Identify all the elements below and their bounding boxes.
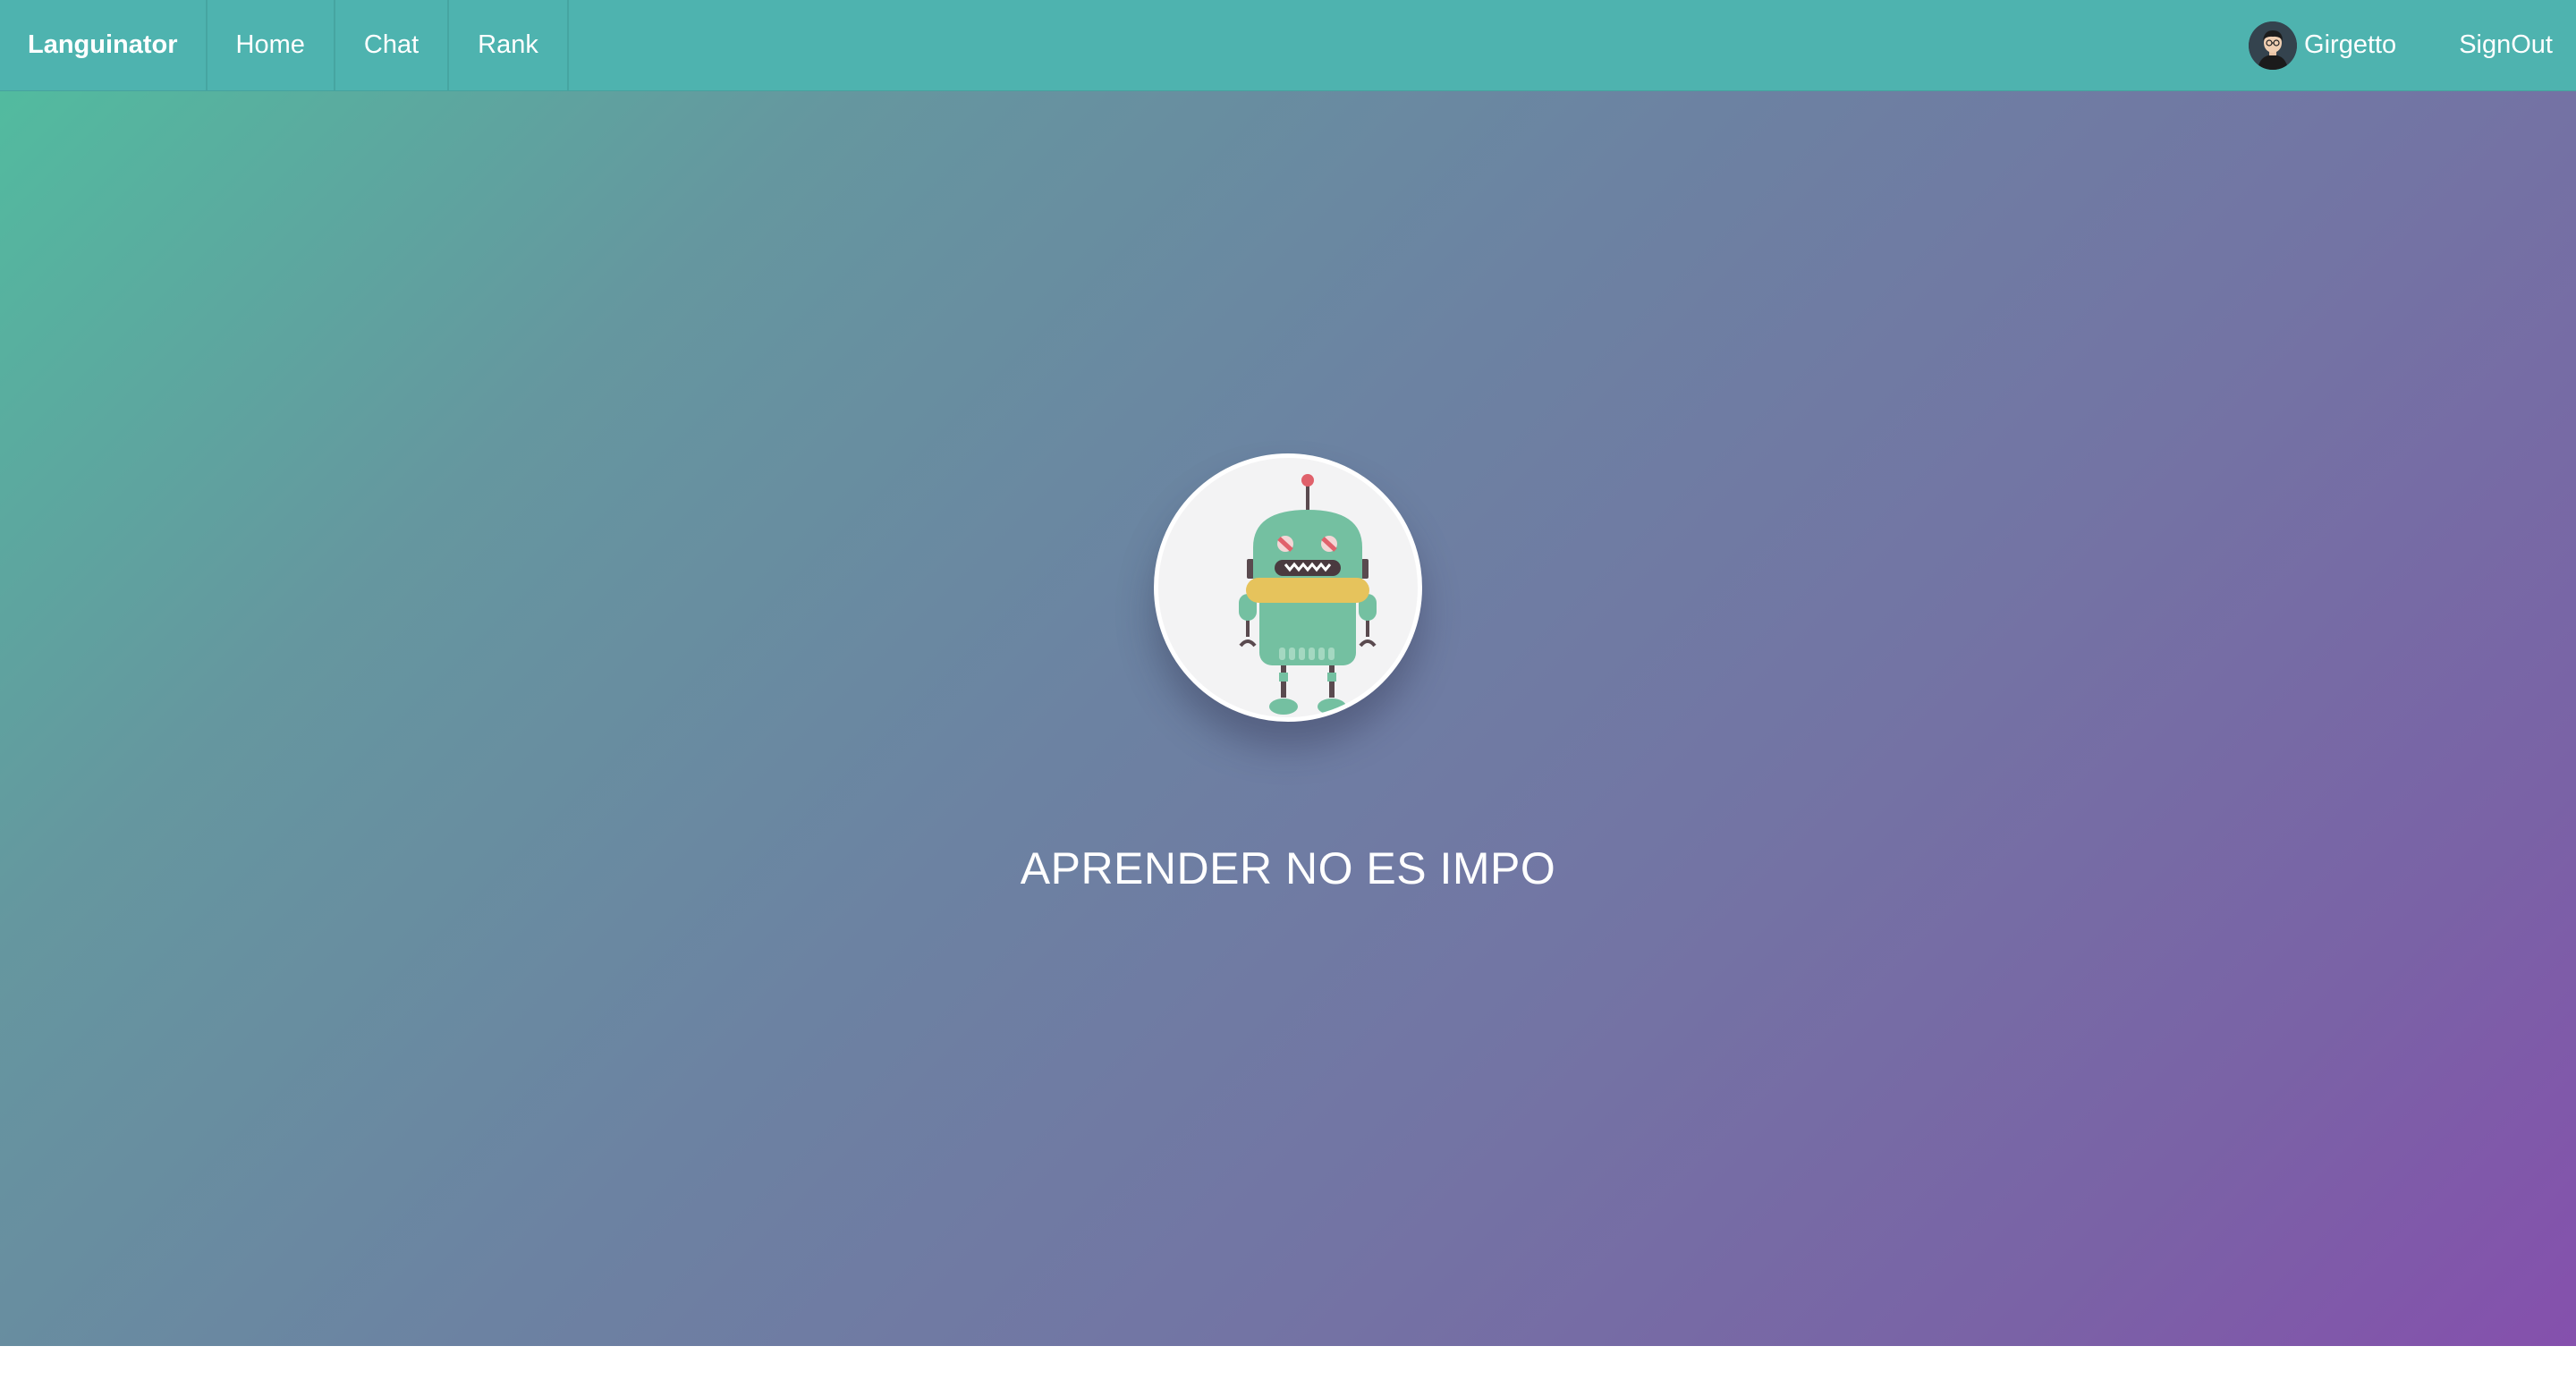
hero-section: APRENDER NO ES IMPO xyxy=(0,91,2576,1346)
brand-link[interactable]: Languinator xyxy=(0,0,208,90)
nav-chat-link[interactable]: Chat xyxy=(335,0,450,90)
robot-icon xyxy=(1239,474,1377,715)
robot-mascot-image xyxy=(1154,453,1422,722)
top-navbar: Languinator Home Chat Rank Girgetto Sign… xyxy=(0,0,2576,91)
signout-link[interactable]: SignOut xyxy=(2459,30,2553,60)
user-name: Girgetto xyxy=(2304,30,2397,59)
nav-home-link[interactable]: Home xyxy=(208,0,335,90)
nav-user-area: Girgetto SignOut xyxy=(2249,0,2576,90)
nav-links: Languinator Home Chat Rank xyxy=(0,0,569,90)
nav-rank-link[interactable]: Rank xyxy=(449,0,569,90)
user-profile-link[interactable]: Girgetto xyxy=(2249,21,2396,70)
avatar xyxy=(2249,21,2298,70)
hero-headline: APRENDER NO ES IMPO xyxy=(1020,843,1556,893)
